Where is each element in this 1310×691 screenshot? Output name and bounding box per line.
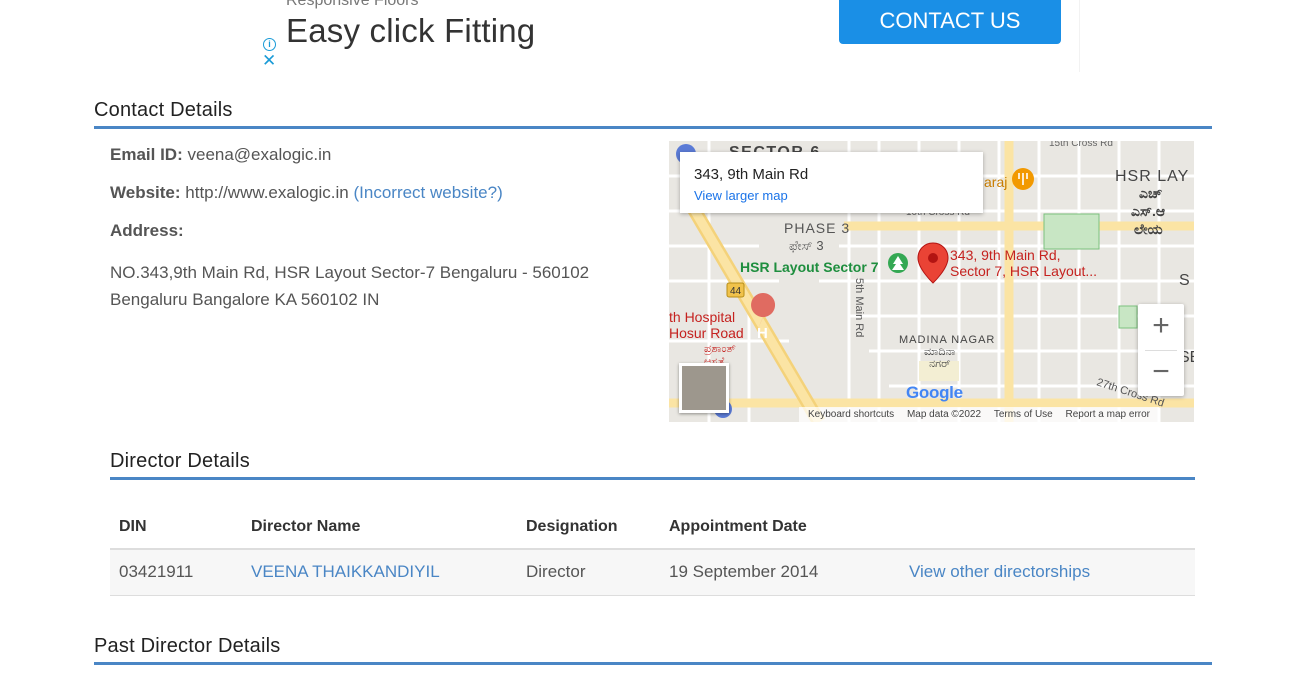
map-label-madina: MADINA NAGAR xyxy=(899,334,995,346)
map-label-hsr-local-3: ಲೇಯ xyxy=(1134,221,1163,237)
map-embed[interactable]: 44 SECTOR 6 PHASE 3 ಫೇಸ್ 3 HSR Layout Se… xyxy=(669,141,1194,422)
google-logo: Google xyxy=(906,383,963,403)
email-value: veena@exalogic.in xyxy=(187,145,332,164)
terms-of-use-link[interactable]: Terms of Use xyxy=(994,409,1053,420)
email-row: Email ID: veena@exalogic.in xyxy=(110,145,331,165)
past-director-details-rule xyxy=(94,662,1212,665)
ad-contact-button[interactable]: CONTACT US xyxy=(839,0,1061,44)
contact-details-rule xyxy=(94,126,1212,129)
map-hospital-local-1: ಪ್ರಶಾಂತ್ xyxy=(703,343,736,355)
map-label-5th-main: 5th Main Rd xyxy=(853,278,865,337)
incorrect-website-link[interactable]: (Incorrect website?) xyxy=(353,183,502,202)
keyboard-shortcuts-link[interactable]: Keyboard shortcuts xyxy=(808,409,894,420)
col-director-name: Director Name xyxy=(242,505,517,550)
address-label-row: Address: xyxy=(110,221,184,241)
map-hospital-label-1: th Hospital xyxy=(669,309,735,325)
address-line-1: NO.343,9th Main Rd, HSR Layout Sector-7 … xyxy=(110,263,590,282)
map-zoom-controls: + − xyxy=(1138,304,1184,396)
map-label-madina-local-1: ಮಾದಿನಾ xyxy=(924,346,956,358)
map-label-s: S xyxy=(1179,272,1190,289)
svg-text:H: H xyxy=(757,325,768,342)
map-label-phase3-local: ಫೇಸ್ 3 xyxy=(789,238,824,253)
director-table: DIN Director Name Designation Appointmen… xyxy=(110,505,1195,596)
map-label-phase3: PHASE 3 xyxy=(784,220,850,236)
director-name-cell: VEENA THAIKKANDIYIL xyxy=(242,549,517,596)
ad-banner[interactable]: Responsive Floors Easy click Fitting i ✕… xyxy=(260,0,1080,72)
director-details-heading: Director Details xyxy=(110,450,250,472)
past-director-details-heading: Past Director Details xyxy=(94,635,281,657)
director-designation: Director xyxy=(517,549,660,596)
director-table-header: DIN Director Name Designation Appointmen… xyxy=(110,505,1195,550)
table-row: 03421911 VEENA THAIKKANDIYIL Director 19… xyxy=(110,549,1195,596)
ad-headline[interactable]: Easy click Fitting xyxy=(286,12,535,50)
address-line-2: Bengaluru Bangalore KA 560102 IN xyxy=(110,290,380,309)
map-label-hsr-sector7: HSR Layout Sector 7 xyxy=(740,259,879,275)
map-label-hsr-lay: HSR LAY xyxy=(1115,168,1189,185)
website-value: http://www.exalogic.in xyxy=(185,183,349,202)
view-larger-map-link[interactable]: View larger map xyxy=(694,188,788,203)
map-data-text: Map data ©2022 xyxy=(906,409,982,420)
email-label: Email ID: xyxy=(110,145,183,164)
address-label: Address: xyxy=(110,221,184,240)
map-label-hsr-local-2: ಎಸ್.ಆ xyxy=(1131,203,1165,219)
director-action-cell: View other directorships xyxy=(900,549,1195,596)
map-hospital-label-2: Hosur Road xyxy=(669,325,744,341)
map-pin-label-1: 343, 9th Main Rd, xyxy=(950,247,1061,263)
map-pin-label-2: Sector 7, HSR Layout... xyxy=(950,263,1097,279)
website-label: Website: xyxy=(110,183,181,202)
director-appointment-date: 19 September 2014 xyxy=(660,549,900,596)
map-info-popup: 343, 9th Main Rd View larger map xyxy=(680,152,983,213)
website-row: Website: http://www.exalogic.in (Incorre… xyxy=(110,183,503,203)
map-highway-label: 44 xyxy=(730,286,742,297)
map-label-raj: araj xyxy=(984,174,1007,190)
zoom-out-button[interactable]: − xyxy=(1138,350,1184,396)
zoom-in-button[interactable]: + xyxy=(1138,304,1184,350)
map-label-hsr-local-1: ಎಚ್ xyxy=(1139,185,1162,201)
director-din: 03421911 xyxy=(110,549,242,596)
ad-info-icon[interactable]: i xyxy=(263,38,276,51)
ad-tagline: Responsive Floors xyxy=(286,0,419,9)
col-actions xyxy=(900,505,1195,550)
satellite-toggle-thumbnail[interactable] xyxy=(679,363,729,413)
director-name-link[interactable]: VEENA THAIKKANDIYIL xyxy=(251,562,440,581)
col-din: DIN xyxy=(110,505,242,550)
col-designation: Designation xyxy=(517,505,660,550)
google-logo-text: Google xyxy=(906,383,963,402)
col-appointment-date: Appointment Date xyxy=(660,505,900,550)
contact-details-heading: Contact Details xyxy=(94,99,233,121)
map-label-15th-cross: 15th Cross Rd xyxy=(1049,141,1113,149)
report-map-error-link[interactable]: Report a map error xyxy=(1066,409,1150,420)
map-label-madina-local-2: ನಗರ್ xyxy=(929,358,950,370)
address-value: NO.343,9th Main Rd, HSR Layout Sector-7 … xyxy=(110,259,589,313)
director-details-rule xyxy=(110,477,1195,480)
map-popup-title: 343, 9th Main Rd xyxy=(694,166,809,183)
view-other-directorships-link[interactable]: View other directorships xyxy=(909,562,1090,581)
ad-close-icon[interactable]: ✕ xyxy=(262,51,276,71)
map-footer: Keyboard shortcuts Map data ©2022 Terms … xyxy=(799,407,1159,422)
